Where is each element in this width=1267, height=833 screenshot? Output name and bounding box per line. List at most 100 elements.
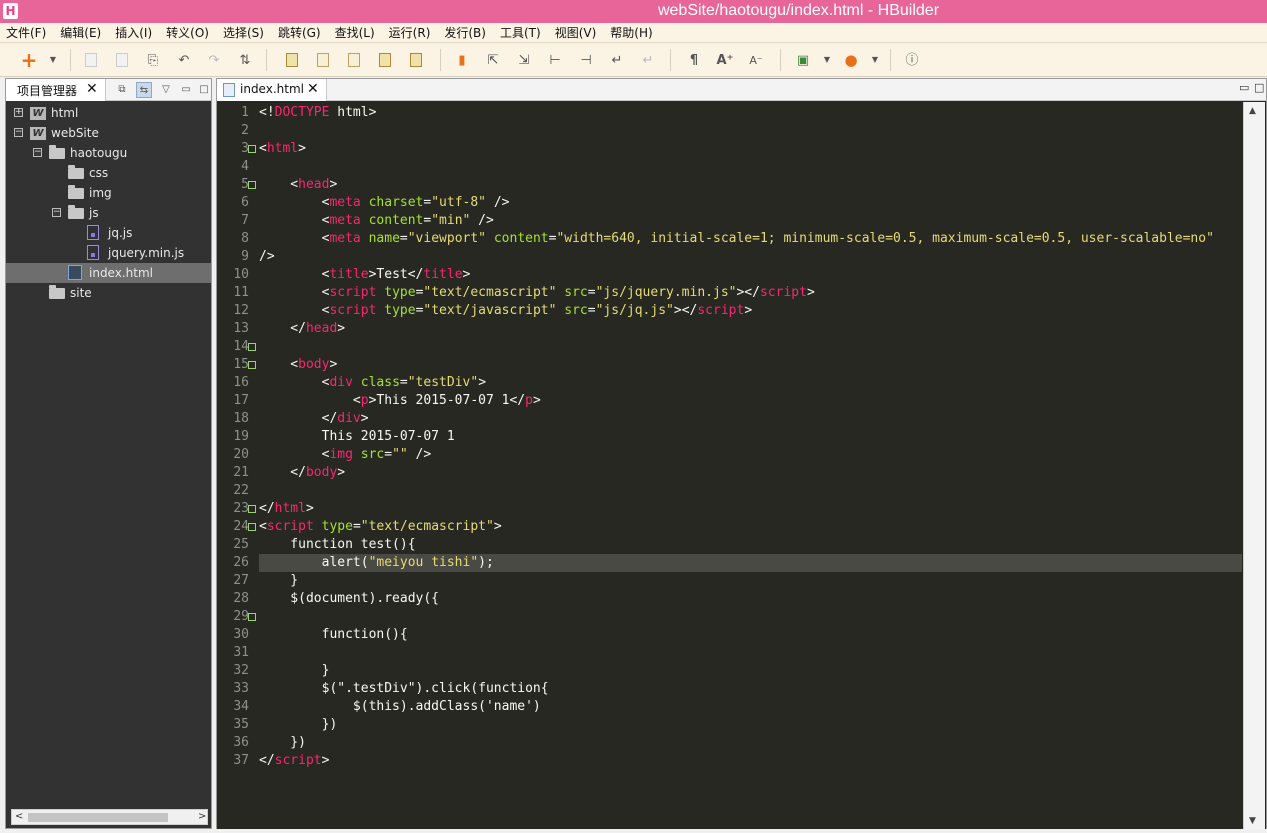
dropdown-icon[interactable]: ▼ [44,51,62,69]
tree-item[interactable]: site [6,283,211,303]
link-editor-icon[interactable]: ⇆ [136,82,152,98]
revert-icon[interactable]: ⎘ [144,51,162,69]
tree-item[interactable]: index.html [6,263,211,283]
close-icon[interactable]: ✕ [86,81,98,97]
code-editor[interactable]: ▲ ▼ 1 <!DOCTYPE html> 2 3 <html> 4 5 <head> 6 <… [217,102,1266,829]
tree-item[interactable]: img [6,183,211,203]
header-icon[interactable] [376,51,394,69]
scroll-down-icon[interactable]: ▼ [1249,816,1256,826]
tree-item[interactable]: − js [6,203,211,223]
collapse-all-icon[interactable]: ⧉ [114,82,130,98]
code-line: <meta charset="utf-8" /> [259,195,510,210]
format-icon[interactable]: ⇅ [236,51,254,69]
scrollbar-thumb[interactable] [28,813,168,822]
dropdown-icon[interactable]: ▼ [866,51,884,69]
menu-item[interactable]: 转义(O) [166,24,209,41]
firefox-icon[interactable]: ● [842,51,860,69]
fold-icon[interactable] [248,343,256,351]
fold-icon[interactable] [248,523,256,531]
font-decrease-icon[interactable]: A⁻ [747,51,765,69]
disabled-wrap-icon[interactable]: ↵ [639,51,657,69]
tree-item[interactable]: css [6,163,211,183]
code-line: <img src="" /> [259,447,432,462]
collapse-icon[interactable]: − [33,148,42,157]
menu-item[interactable]: 帮助(H) [610,24,652,41]
menu-item[interactable]: 编辑(E) [60,24,101,41]
fold-icon[interactable] [248,505,256,513]
menu-item[interactable]: 查找(L) [335,24,375,41]
fold-icon[interactable] [248,145,256,153]
expand-icon[interactable]: + [14,108,23,117]
tab-project-manager[interactable]: 项目管理器 ✕ [6,79,106,101]
scroll-left-icon[interactable]: < [15,811,23,822]
tree-item-label: jquery.min.js [108,246,185,260]
minimize-icon[interactable]: ▭ [1239,81,1249,94]
html-icon[interactable] [283,51,301,69]
line-number: 20 [233,447,249,462]
code-line: } [259,573,299,588]
line-number: 5 [241,177,249,192]
code-line: <!DOCTYPE html> [259,105,377,120]
menu-item[interactable]: 运行(R) [389,24,431,41]
menu-item[interactable]: 视图(V) [555,24,597,41]
collapse-icon[interactable]: − [52,208,61,217]
line-number: 14 [233,339,249,354]
view-menu-icon[interactable]: ▽ [158,82,174,98]
save-icon[interactable] [82,51,100,69]
collapse-icon[interactable]: − [14,128,23,137]
scroll-up-icon[interactable]: ▲ [1249,106,1256,116]
bookmark-icon[interactable]: ▮ [453,51,471,69]
save-all-icon[interactable] [113,51,131,69]
jump-right-icon[interactable]: ⊣ [577,51,595,69]
line-number: 8 [241,231,249,246]
goto-start-icon[interactable]: ⇱ [484,51,502,69]
footer-icon[interactable] [407,51,425,69]
folder-icon [49,285,65,299]
new-plus-icon[interactable]: + [20,50,38,70]
run-browser-icon[interactable]: ▣ [794,51,812,69]
code-line: /> [259,249,275,264]
js-icon[interactable] [345,51,363,69]
jump-left-icon[interactable]: ⊢ [546,51,564,69]
code-line: <script type="text/ecmascript"> [259,519,502,534]
fold-icon[interactable] [248,181,256,189]
tree-item[interactable]: + Whtml [6,103,211,123]
minimize-icon[interactable]: ▭ [178,82,194,98]
menu-item[interactable]: 文件(F) [6,24,46,41]
dropdown-icon[interactable]: ▼ [818,51,836,69]
code-line: <script type="text/ecmascript" src="js/j… [259,285,815,300]
undo-icon[interactable]: ↶ [175,51,193,69]
menu-item[interactable]: 跳转(G) [278,24,321,41]
font-increase-icon[interactable]: A⁺ [716,51,734,69]
scroll-right-icon[interactable]: > [198,811,206,822]
pilcrow-icon[interactable]: ¶ [685,51,703,69]
line-number: 32 [233,663,249,678]
menu-item[interactable]: 工具(T) [500,24,541,41]
code-line: <meta name="viewport" content="width=640… [259,231,1214,246]
css-icon[interactable] [314,51,332,69]
tree-item[interactable]: jq.js [6,223,211,243]
menu-item[interactable]: 插入(I) [115,24,152,41]
vertical-scrollbar[interactable]: ▲ ▼ [1243,102,1265,829]
line-number: 27 [233,573,249,588]
maximize-icon[interactable]: □ [1254,81,1264,94]
project-manager-panel: 项目管理器 ✕ ⧉ ⇆ ▽ ▭ □ + Whtml − WwebSite − haotou… [5,78,212,829]
tab-index-html[interactable]: index.html ✕ [217,79,327,101]
horizontal-scrollbar[interactable]: < > [11,809,208,825]
fold-icon[interactable] [248,361,256,369]
info-icon[interactable]: ⓘ [903,51,921,69]
toolbar: + ▼ ⎘ ↶ ↷ ⇅ ▮ ⇱ ⇲ ⊢ ⊣ ↵ ↵ ¶ A⁺ A⁻ ▣ ▼ ● … [0,43,1267,77]
line-number: 1 [241,105,249,120]
tree-item[interactable]: − WwebSite [6,123,211,143]
tree-item[interactable]: jquery.min.js [6,243,211,263]
line-number: 2 [241,123,249,138]
menu-item[interactable]: 选择(S) [223,24,264,41]
maximize-icon[interactable]: □ [196,82,212,98]
fold-icon[interactable] [248,613,256,621]
redo-icon[interactable]: ↷ [205,51,223,69]
close-icon[interactable]: ✕ [307,81,319,97]
wrap-icon[interactable]: ↵ [608,51,626,69]
tree-item[interactable]: − haotougu [6,143,211,163]
goto-end-icon[interactable]: ⇲ [515,51,533,69]
menu-item[interactable]: 发行(B) [444,24,486,41]
